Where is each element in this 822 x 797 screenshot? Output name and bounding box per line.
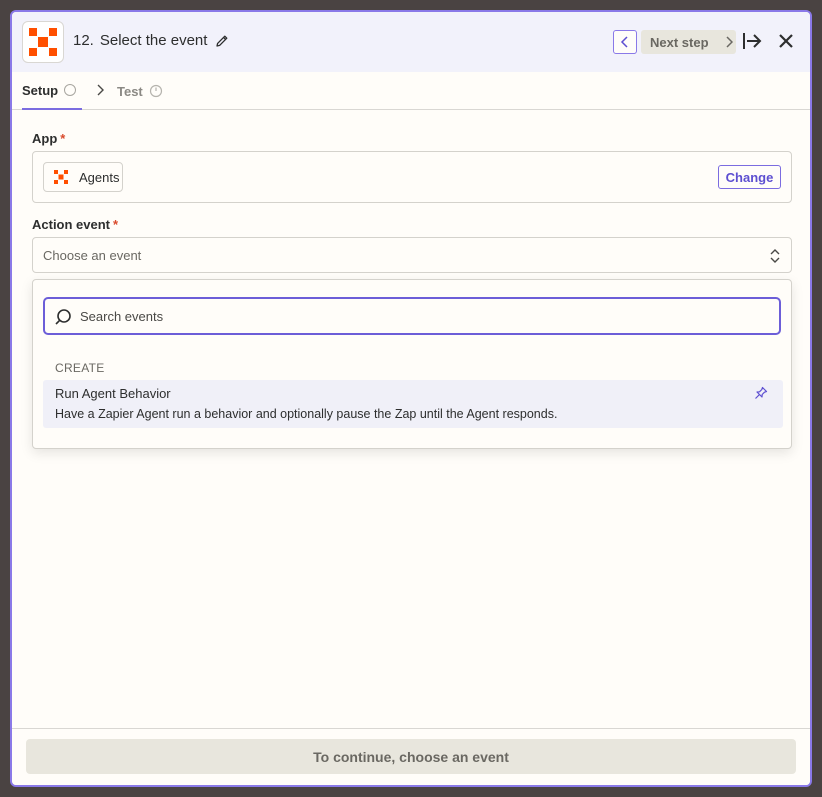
action-event-placeholder: Choose an event <box>43 247 142 263</box>
event-option-title: Run Agent Behavior <box>55 386 171 401</box>
event-option-description: Have a Zapier Agent run a behavior and o… <box>55 407 558 421</box>
step-editor-panel: 12. Select the event Next step Setup Tes… <box>10 10 812 787</box>
search-placeholder: Search events <box>80 308 164 324</box>
search-icon <box>55 309 71 325</box>
step-number: 12. <box>73 32 94 49</box>
panel-footer: To continue, choose an event <box>12 728 810 785</box>
action-event-label: Action event * <box>32 217 119 232</box>
previous-step-button[interactable] <box>613 30 637 54</box>
tab-test-label: Test <box>117 83 143 99</box>
timer-icon <box>149 84 162 98</box>
tab-setup-label: Setup <box>22 82 59 98</box>
app-logo <box>22 21 64 63</box>
step-tabs: Setup Test <box>12 72 810 110</box>
event-option[interactable]: Run Agent Behavior Have a Zapier Agent r… <box>43 380 783 428</box>
search-events-input[interactable]: Search events <box>43 297 781 335</box>
close-icon[interactable] <box>778 33 794 54</box>
step-title-text: Select the event <box>99 32 208 49</box>
agents-logo-icon <box>29 28 57 56</box>
event-group-label: CREATE <box>55 361 105 375</box>
pin-icon[interactable] <box>754 386 768 400</box>
panel-header: 12. Select the event Next step <box>12 12 810 72</box>
select-arrows-icon <box>770 249 780 263</box>
chevron-right-icon <box>95 83 105 102</box>
agents-logo-icon <box>54 170 68 184</box>
tab-test[interactable]: Test <box>117 72 163 110</box>
app-field: Agents Change <box>32 151 792 203</box>
next-step-label: Next step <box>650 34 709 50</box>
selected-app-chip: Agents <box>43 162 123 192</box>
pencil-icon[interactable] <box>215 34 229 48</box>
continue-button[interactable]: To continue, choose an event <box>26 739 796 774</box>
selected-app-name: Agents <box>79 169 120 185</box>
next-step-button[interactable]: Next step <box>641 30 736 54</box>
chevron-left-icon <box>620 36 628 48</box>
incomplete-status-icon <box>64 84 77 96</box>
app-field-label: App * <box>32 131 66 146</box>
action-event-select[interactable]: Choose an event <box>32 237 792 273</box>
exit-panel-icon[interactable] <box>742 31 762 56</box>
change-app-button[interactable]: Change <box>718 165 781 189</box>
tab-setup[interactable]: Setup <box>22 72 82 110</box>
step-title[interactable]: 12. Select the event <box>73 32 229 49</box>
chevron-right-icon <box>726 36 733 48</box>
event-dropdown: Search events CREATE Run Agent Behavior … <box>32 279 792 449</box>
